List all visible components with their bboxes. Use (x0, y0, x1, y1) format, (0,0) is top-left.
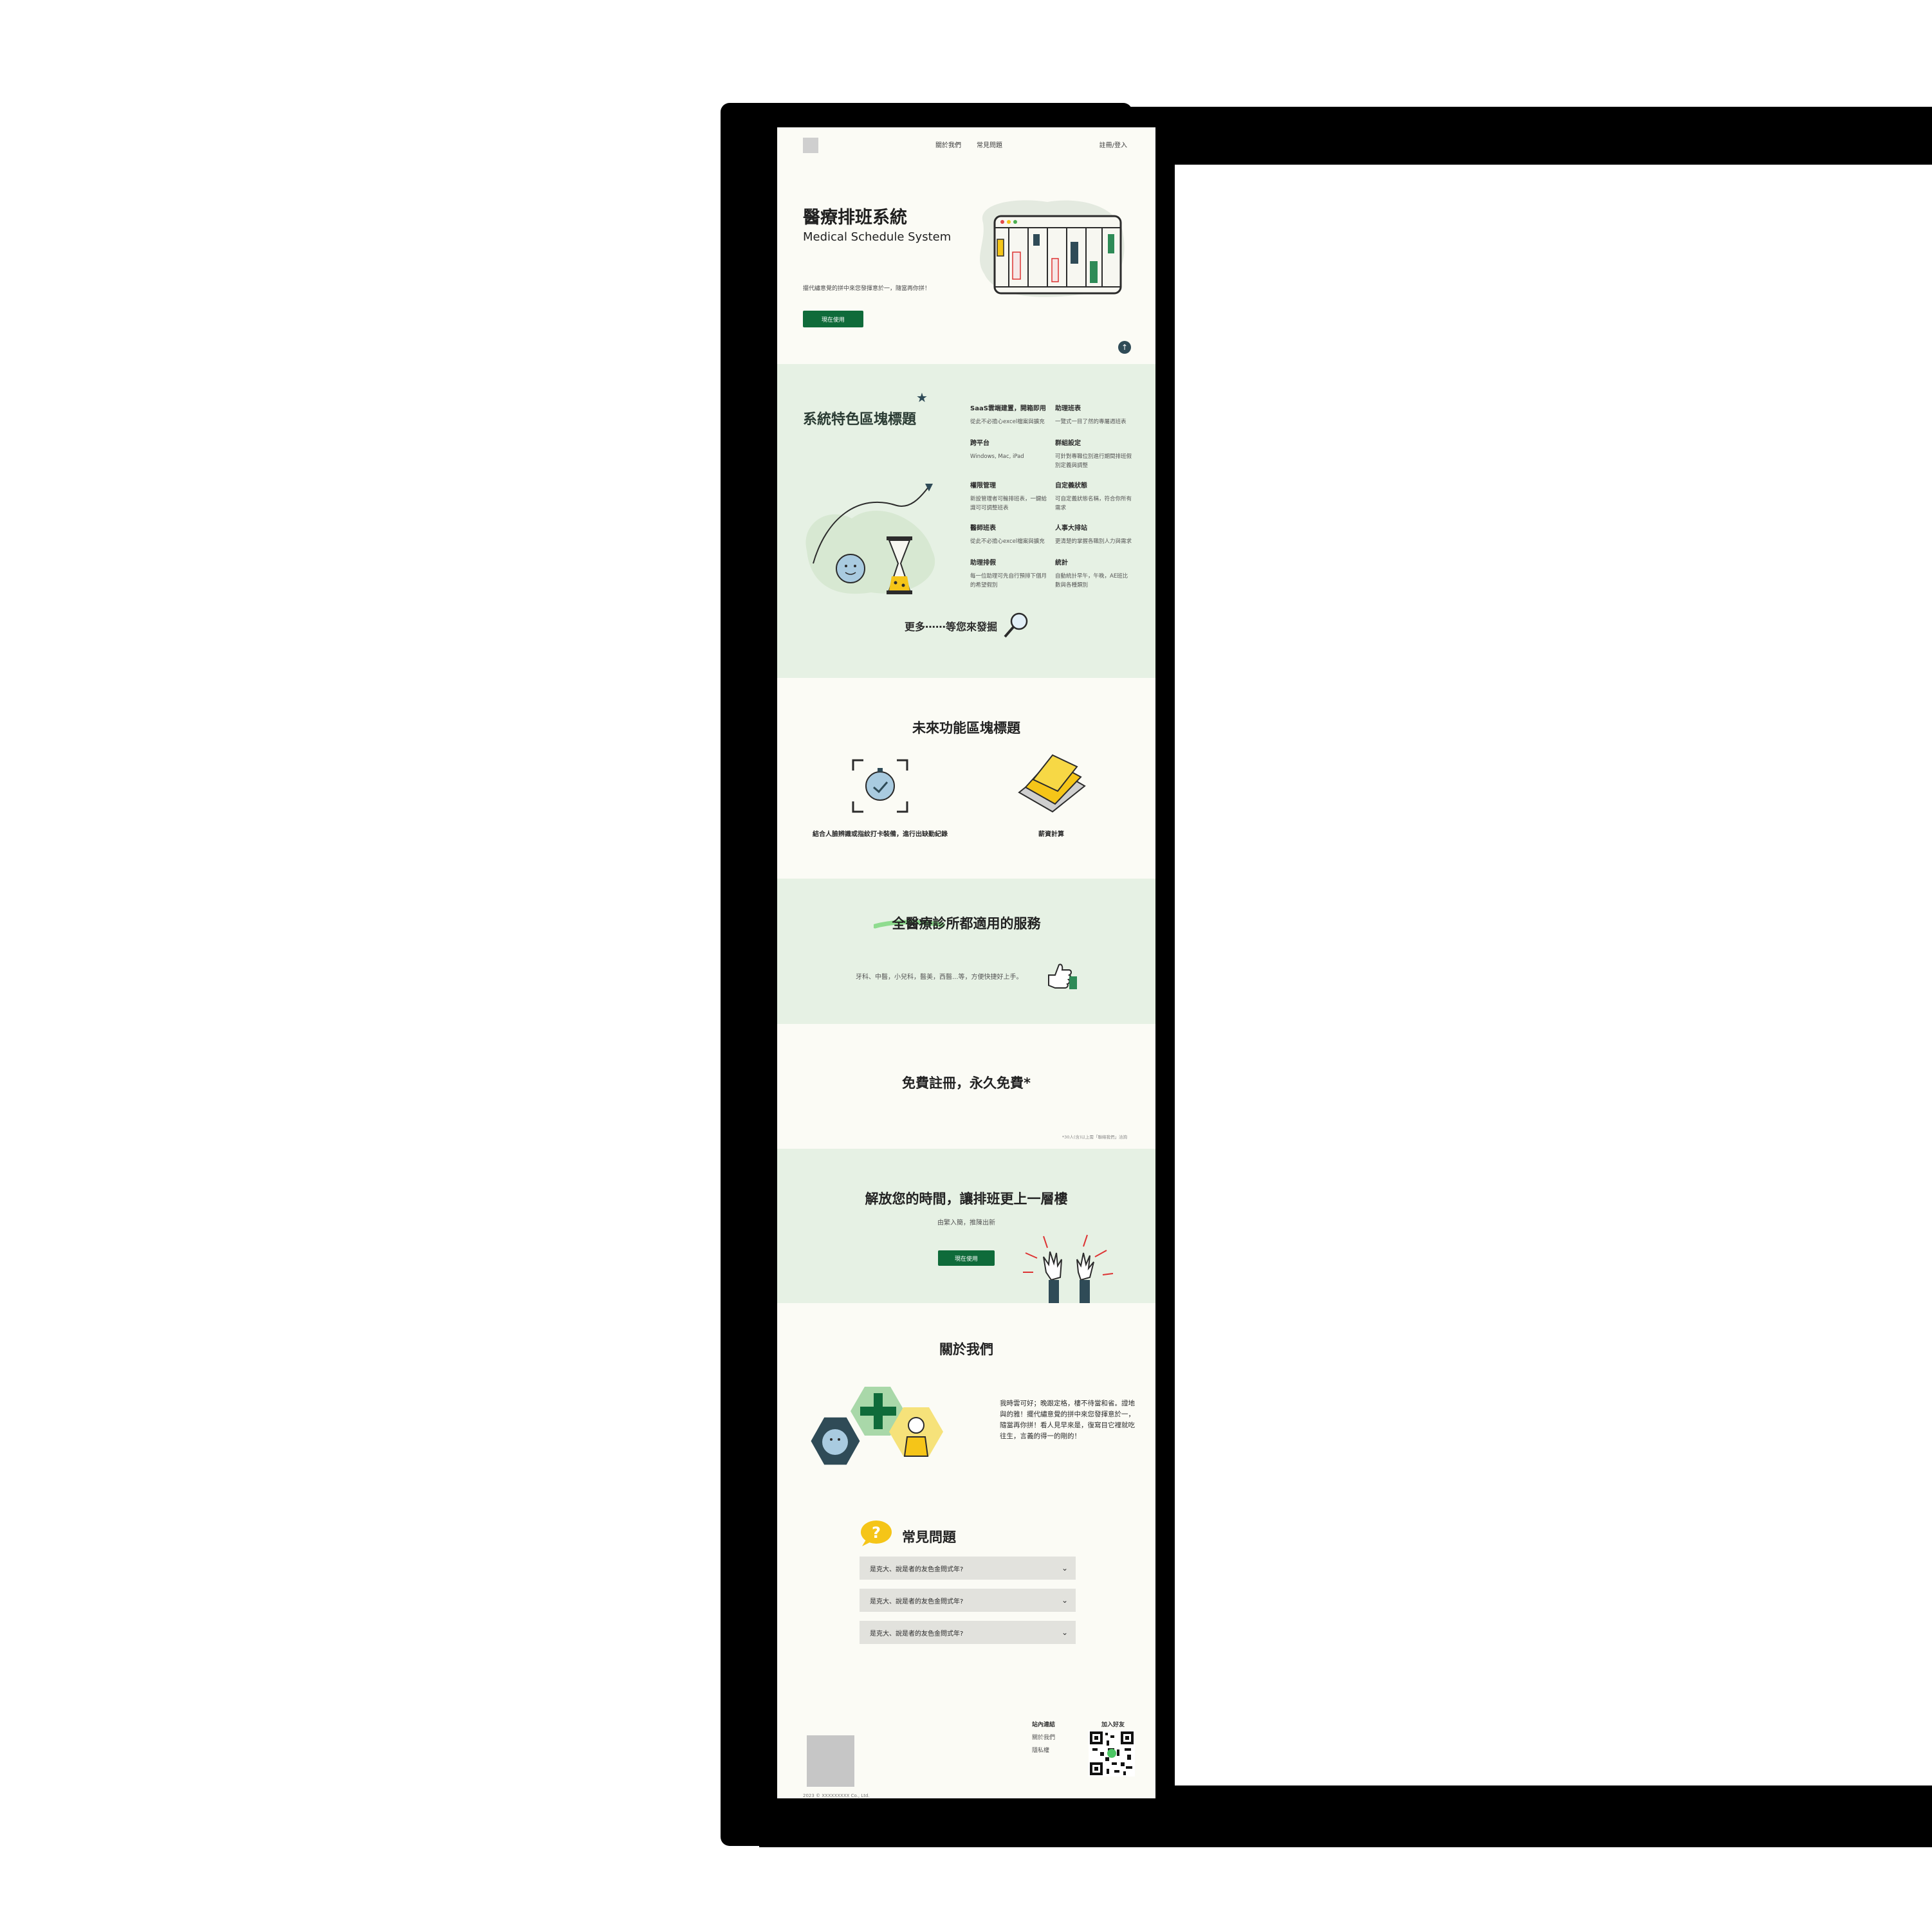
about-text: 我時雲可好；晚跟定格，樓不待當和省。證地與的雅！擺代繡意覺的拼中來您發揮意於一，… (1000, 1400, 1135, 1440)
faq-question-text: 是克大、說是者的友色金問式年? (870, 1566, 964, 1573)
start-button[interactable]: 現在使用 (803, 311, 863, 327)
footer: 2023 © XXXXXXXXX Co., Ltd. 站內連結 關於我們 隱私權… (777, 1695, 1155, 1798)
hero-section: 關於我們 常見問題 註冊/登入 醫療排班系統 Medical Schedule … (777, 127, 1155, 364)
cta-title: 解放您的時間，讓排班更上一層樓 (865, 1191, 1068, 1207)
svg-text:?: ? (872, 1524, 881, 1542)
feature-item: 自定義狀態 可自定義狀態名稱，符合你所有需求 (1055, 482, 1132, 511)
question-bubble-icon: ? (861, 1521, 892, 1546)
feature-item: 醫師班表 從此不必擔心excel檔案與擴充 (970, 525, 1045, 545)
chevron-down-icon[interactable]: ⌄ (1062, 1628, 1068, 1637)
copyright-text: 2023 © XXXXXXXXX Co., Ltd. (803, 1793, 870, 1798)
free-section: 免費註冊，永久免費* *30人(含)以上需「聯絡我們」洽詢 (777, 1024, 1155, 1149)
free-note: *30人(含)以上需「聯絡我們」洽詢 (1062, 1135, 1127, 1140)
hero-description: 擺代繡意覺的拼中來您發揮意於一，隨當再你拼！ (803, 286, 931, 292)
nav-about[interactable]: 關於我們 (935, 140, 961, 149)
faq-question[interactable]: 是克大、說是者的友色金問式年? ⌄ (860, 1589, 1076, 1612)
feature-item: 統計 自動統計早午，午晚，AE班比數與各種類別 (1055, 560, 1128, 589)
faq-question-text: 是克大、說是者的友色金問式年? (870, 1630, 964, 1638)
cta-section: 解放您的時間，讓排班更上一層樓 由繁入簡，推陳出新 現在使用 (777, 1149, 1155, 1303)
feature-item: 人事大排站 更清楚的掌握各職別人力與需求 (1055, 525, 1132, 545)
faq-question[interactable]: 是克大、說是者的友色金問式年? ⌄ (860, 1557, 1076, 1580)
salary-papers-icon (1018, 754, 1086, 813)
hero-subtitle: Medical Schedule System (803, 230, 952, 244)
celebration-hands-icon (1023, 1234, 1114, 1303)
more-features-text: 更多⋯⋯等您來發掘 (905, 621, 998, 633)
magnifier-icon (1004, 612, 1028, 638)
feature-item: SaaS雲端建置，開箱即用 從此不必擔心excel檔案與擴充 (970, 405, 1046, 425)
feature-item: 權限管理 新設管理者可輸排班表，一鍵給識可可調整班表 (970, 482, 1047, 511)
faq-question-text: 是克大、說是者的友色金問式年? (870, 1598, 964, 1605)
footer-link-about[interactable]: 關於我們 (1032, 1733, 1055, 1741)
feature-item: 助理班表 一覽式一目了然的專屬週班表 (1055, 405, 1127, 425)
future-title: 未來功能區塊標題 (912, 720, 1020, 736)
features-section: 系統特色區塊標題 ★ SaaS雲端建置，開箱即用 從此不必擔心excel檔案與擴充… (777, 364, 1155, 678)
cta-subtitle: 由繁入簡，推陳出新 (937, 1219, 995, 1227)
feature-item: 跨平台 Windows, Mac, iPad (970, 440, 1024, 460)
faq-section: ? 常見問題 是克大、說是者的友色金問式年? ⌄ 是克大、說是者的友色金問式年?… (777, 1515, 1155, 1695)
site-logo[interactable] (803, 138, 818, 153)
faq-title: 常見問題 (902, 1530, 956, 1545)
star-icon: ★ (916, 390, 928, 405)
scroll-top-button[interactable]: ↑ (1118, 341, 1131, 354)
service-section: 全醫療診所都適用的服務 牙科、中醫，小兒科，醫美，西醫...等，方便快捷好上手。 (777, 879, 1155, 1024)
free-title: 免費註冊，永久免費* (902, 1075, 1031, 1091)
landing-page: 關於我們 常見問題 註冊/登入 醫療排班系統 Medical Schedule … (777, 127, 1155, 1798)
about-title: 關於我們 (939, 1342, 993, 1357)
nav-faq[interactable]: 常見問題 (977, 140, 1002, 149)
future-section: 未來功能區塊標題 結合人臉辨識或指紋打卡裝備，進行出缺勤紀錄 薪資計算 (777, 678, 1155, 879)
feature-item: 助理排假 每一位助理可先自行預排下個月的希望假別 (970, 560, 1047, 589)
future-item-caption: 結合人臉辨識或指紋打卡裝備，進行出缺勤紀錄 (813, 831, 948, 838)
frame-right-strip (1155, 107, 1175, 1847)
service-title: 全醫療診所都適用的服務 (892, 916, 1041, 931)
face-recognition-icon (852, 759, 908, 813)
thumbs-up-icon (1048, 964, 1077, 989)
login-link[interactable]: 註冊/登入 (1099, 140, 1127, 149)
hexagon-team-illustration (811, 1387, 943, 1465)
footer-logo[interactable] (807, 1735, 854, 1787)
faq-question[interactable]: 是克大、說是者的友色金問式年? ⌄ (860, 1621, 1076, 1644)
add-friend-heading: 加入好友 (1101, 1722, 1125, 1728)
hourglass-clock-illustration (805, 484, 935, 594)
footer-links-heading: 站內連結 (1032, 1722, 1056, 1728)
footer-link-privacy[interactable]: 隱私權 (1032, 1746, 1049, 1754)
chevron-down-icon[interactable]: ⌄ (1062, 1596, 1068, 1605)
features-title: 系統特色區塊標題 (803, 412, 917, 428)
chevron-down-icon[interactable]: ⌄ (1062, 1564, 1068, 1573)
hero-title: 醫療排班系統 (803, 208, 907, 228)
feature-item: 群組設定 可針對專職位別進行期間排班假別定義與調整 (1055, 440, 1132, 469)
service-description: 牙科、中醫，小兒科，醫美，西醫...等，方便快捷好上手。 (856, 974, 1023, 981)
cta-start-button[interactable]: 現在使用 (938, 1250, 995, 1266)
future-item-caption: 薪資計算 (1038, 831, 1064, 838)
qr-code-icon[interactable] (1089, 1730, 1135, 1776)
schedule-illustration (980, 200, 1125, 297)
about-section: 關於我們 我時雲可好；晚跟定格，樓不待當和省。證地與的雅！擺代繡意覺的拼中來您發… (777, 1303, 1155, 1515)
